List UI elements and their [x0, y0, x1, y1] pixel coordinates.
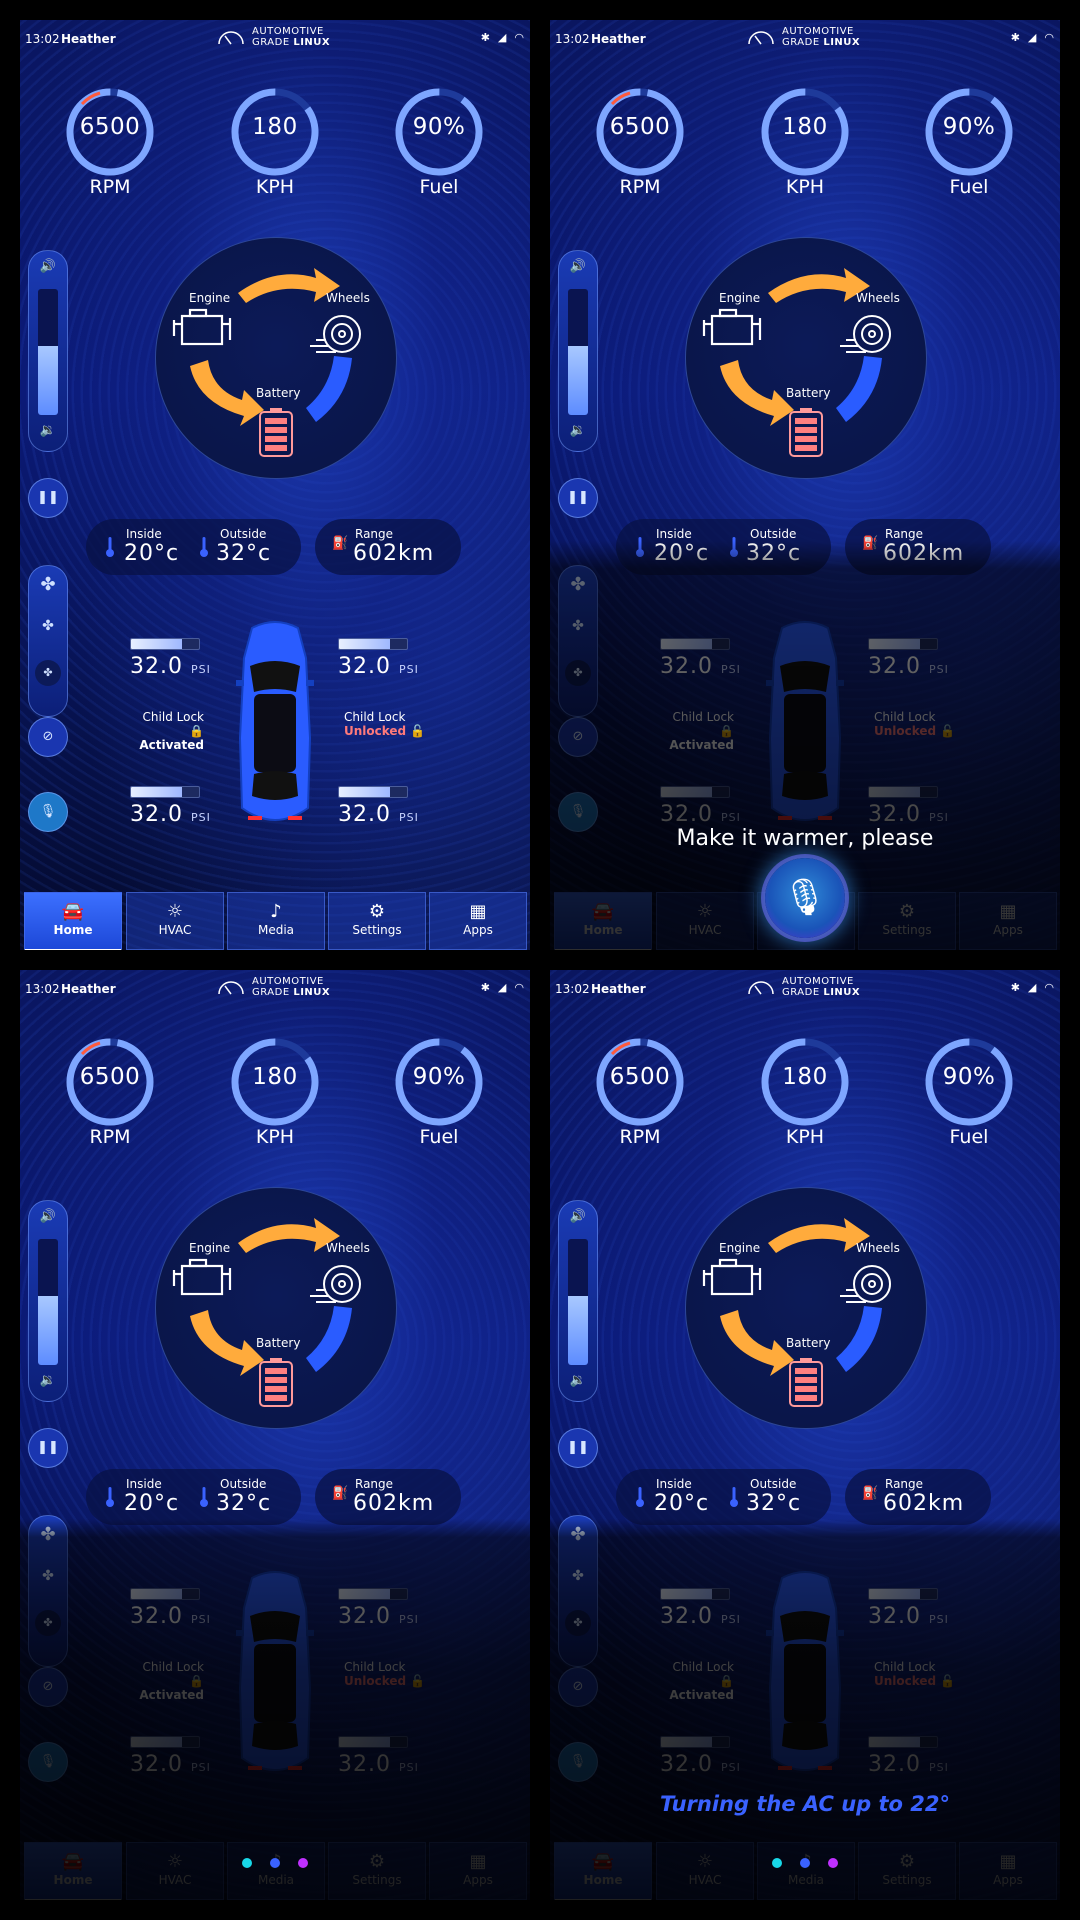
inside-label: Inside	[126, 527, 162, 541]
voice-overlay	[550, 970, 1060, 1900]
fuel-can-icon: ⛽	[332, 536, 349, 551]
processing-dot	[242, 1858, 252, 1868]
processing-dots	[550, 1853, 1060, 1872]
hvac-icon: ☼	[166, 901, 184, 922]
engine-icon	[172, 308, 232, 346]
fuel-gauge: 90% Fuel	[389, 82, 489, 198]
volume-down-icon[interactable]: 🔉	[29, 423, 67, 438]
music-icon: ♪	[270, 901, 282, 922]
nav-hvac[interactable]: ☼HVAC	[126, 892, 224, 950]
volume-slider[interactable]: 🔊 🔉	[28, 250, 68, 452]
tire-rear-left: 32.0 PSI	[130, 786, 240, 827]
tire-rear-right: 32.0 PSI	[338, 786, 448, 827]
voice-response-text: Turning the AC up to 22°	[659, 1792, 951, 1816]
unlock-icon: 🔓	[410, 724, 426, 738]
fan-high-icon[interactable]: ✤	[29, 574, 67, 595]
engine-to-wheels-arrow	[238, 268, 340, 303]
volume-up-icon[interactable]: 🔊	[29, 259, 67, 274]
speedometer-logo-icon	[218, 31, 244, 45]
volume-track[interactable]	[38, 289, 58, 415]
car-status: 32.0 PSI 32.0 PSI 32.0 PSI 32.0 PSI Chil…	[20, 620, 530, 860]
user-name: Heather	[61, 32, 116, 46]
lock-icon: 🔒	[189, 724, 204, 738]
processing-dot	[772, 1858, 782, 1868]
screen-voice-processing: 13:02 Heather AUTOMOTIVE GRADE LINUX ✱ ◢…	[20, 970, 530, 1900]
pause-button[interactable]: ❚❚	[28, 478, 68, 518]
signal-icon: ◢	[497, 31, 507, 44]
range-label: Range	[355, 527, 394, 541]
apps-grid-icon: ▦	[469, 901, 487, 922]
child-lock-right[interactable]: Child Lock Unlocked 🔓	[344, 710, 425, 738]
fuel-label: Fuel	[419, 176, 459, 198]
microphone-icon: 🎙	[782, 877, 828, 918]
rpm-gauge: 6500 RPM	[60, 82, 160, 198]
engine-to-battery-arrow	[190, 360, 264, 426]
processing-dot	[800, 1858, 810, 1868]
outside-label: Outside	[220, 527, 267, 541]
volume-fill	[38, 345, 58, 415]
car-icon: 🚘	[61, 901, 85, 922]
gear-icon: ⚙	[368, 901, 386, 922]
wheels-label: Wheels	[326, 291, 370, 305]
screen-home: 13:02 Heather AUTOMOTIVE GRADE LINUX ✱ ◢…	[20, 20, 530, 950]
battery-to-wheels-arrow	[306, 356, 352, 422]
tire-front-left: 32.0 PSI	[130, 638, 240, 679]
wheel-icon	[310, 315, 361, 353]
rpm-label: RPM	[89, 176, 131, 198]
kph-gauge: 180 KPH	[225, 82, 325, 198]
nav-home[interactable]: 🚘Home	[24, 892, 122, 950]
processing-dot	[270, 1858, 280, 1868]
battery-icon	[259, 408, 293, 457]
clock: 13:02	[25, 32, 60, 46]
outside-temp: 32°c	[216, 541, 272, 566]
nav-apps[interactable]: ▦Apps	[429, 892, 527, 950]
nav-settings[interactable]: ⚙Settings	[328, 892, 426, 950]
wifi-icon: ◠	[514, 31, 524, 44]
range-value: 602km	[353, 541, 435, 566]
bottom-nav: 🚘Home ☼HVAC ♪Media ⚙Settings ▦Apps	[20, 870, 530, 950]
processing-dots	[20, 1853, 530, 1872]
processing-dot	[298, 1858, 308, 1868]
voice-overlay	[550, 20, 1060, 950]
voice-prompt-text: Make it warmer, please	[676, 826, 934, 851]
tire-front-right: 32.0 PSI	[338, 638, 448, 679]
kph-value: 180	[252, 114, 298, 140]
car-top-view	[236, 621, 314, 821]
nav-media[interactable]: ♪Media	[227, 892, 325, 950]
temperature-panel: Inside 20°c Outside 32°c	[86, 519, 301, 575]
status-bar: 13:02 Heather AUTOMOTIVE GRADE LINUX ✱ ◢…	[20, 20, 530, 58]
thermometer-icon	[106, 537, 114, 557]
voice-mic-button[interactable]: 🎙	[765, 858, 845, 938]
agl-logo: AUTOMOTIVE GRADE LINUX	[216, 26, 330, 48]
range-panel: ⛽ Range 602km	[315, 519, 461, 575]
thermometer-icon	[200, 537, 208, 557]
battery-label: Battery	[256, 386, 301, 400]
inside-temp: 20°c	[124, 541, 180, 566]
voice-overlay	[20, 970, 530, 1900]
rpm-value: 6500	[79, 114, 141, 140]
fuel-value: 90%	[412, 114, 466, 140]
engine-label: Engine	[189, 291, 231, 305]
screen-voice-listening: 13:02 Heather AUTOMOTIVE GRADE LINUX ✱ ◢…	[550, 20, 1060, 950]
processing-dot	[828, 1858, 838, 1868]
energy-flow-diagram: Engine Wheels Battery	[155, 237, 397, 479]
screen-voice-response: 13:02 Heather AUTOMOTIVE GRADE LINUX ✱ ◢…	[550, 970, 1060, 1900]
bluetooth-icon: ✱	[480, 31, 490, 44]
child-lock-left[interactable]: Child Lock 🔒 Activated	[138, 710, 204, 752]
kph-label: KPH	[255, 176, 295, 198]
